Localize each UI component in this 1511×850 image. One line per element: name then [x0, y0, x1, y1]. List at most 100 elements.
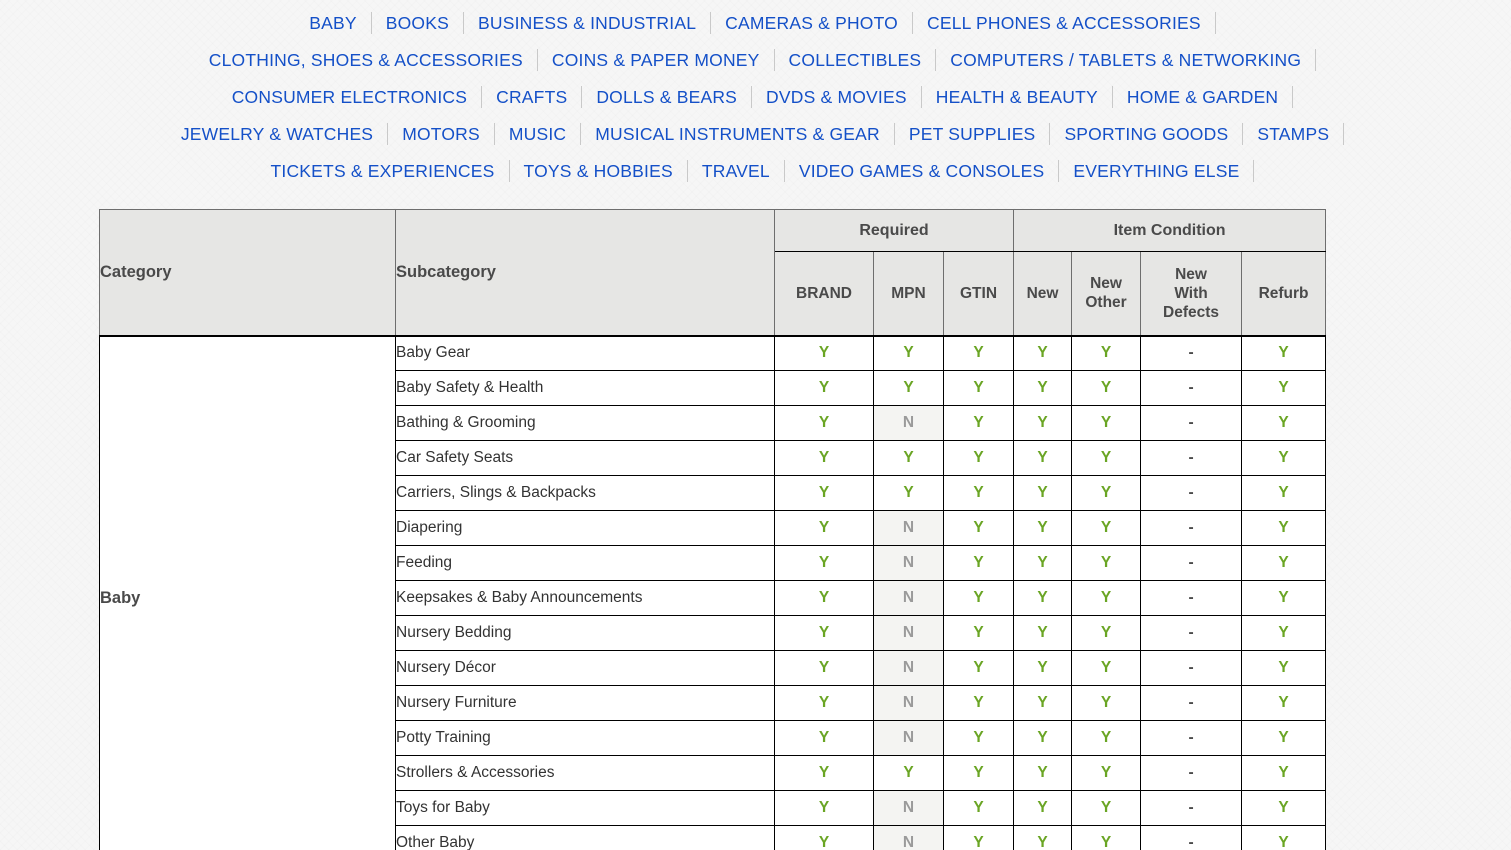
- category-nav-link[interactable]: DOLLS & BEARS: [582, 86, 751, 108]
- category-nav-row: BABY BOOKS BUSINESS & INDUSTRIAL CAMERAS & …: [0, 4, 1511, 41]
- category-nav-link[interactable]: HEALTH & BEAUTY: [922, 86, 1112, 108]
- cell-new: Y: [1013, 510, 1073, 546]
- category-nav-link[interactable]: TRAVEL: [688, 160, 784, 182]
- category-nav-link[interactable]: CELL PHONES & ACCESSORIES: [913, 12, 1215, 34]
- cell-new-with-defects: -: [1140, 755, 1243, 791]
- category-nav-link[interactable]: STAMPS: [1243, 123, 1343, 145]
- cell-new-with-defects: -: [1140, 615, 1243, 651]
- cell-gtin: Y: [942, 825, 1015, 850]
- cell-mpn: Y: [873, 335, 944, 371]
- column-header-gtin[interactable]: GTIN: [942, 251, 1015, 337]
- cell-brand: Y: [774, 825, 874, 850]
- cell-refurb: Y: [1241, 510, 1327, 546]
- cell-new-with-defects: -: [1140, 475, 1243, 511]
- column-header-brand[interactable]: BRAND: [774, 251, 874, 337]
- cell-refurb: Y: [1241, 720, 1327, 756]
- category-nav-link[interactable]: COINS & PAPER MONEY: [538, 49, 774, 71]
- cell-new-with-defects: -: [1140, 370, 1243, 406]
- cell-new-other: Y: [1071, 475, 1142, 511]
- category-nav-link[interactable]: BOOKS: [372, 12, 463, 34]
- category-nav-link[interactable]: DVDS & MOVIES: [752, 86, 921, 108]
- cell-gtin: Y: [942, 650, 1015, 686]
- category-cell: Baby: [99, 335, 396, 850]
- category-nav-link[interactable]: BABY: [295, 12, 371, 34]
- cell-mpn: N: [873, 545, 944, 581]
- cell-mpn: N: [873, 685, 944, 721]
- subcategory-cell: Nursery Furniture: [395, 685, 775, 721]
- cell-new: Y: [1013, 335, 1073, 371]
- cell-new: Y: [1013, 650, 1073, 686]
- category-nav-row: CLOTHING, SHOES & ACCESSORIES COINS & PAP…: [0, 41, 1511, 78]
- cell-new-with-defects: -: [1140, 405, 1243, 441]
- category-nav-link[interactable]: TOYS & HOBBIES: [510, 160, 687, 182]
- subcategory-cell: Nursery Décor: [395, 650, 775, 686]
- category-nav-link[interactable]: MUSIC: [495, 123, 580, 145]
- subcategory-cell: Potty Training: [395, 720, 775, 756]
- category-nav-link[interactable]: JEWELRY & WATCHES: [167, 123, 387, 145]
- category-nav-link[interactable]: CONSUMER ELECTRONICS: [218, 86, 481, 108]
- category-nav-link[interactable]: SPORTING GOODS: [1050, 123, 1242, 145]
- column-header-new-other[interactable]: New Other: [1071, 251, 1142, 337]
- subcategory-cell: Feeding: [395, 545, 775, 581]
- cell-gtin: Y: [942, 440, 1015, 476]
- column-header-mpn[interactable]: MPN: [873, 251, 944, 337]
- cell-new-other: Y: [1071, 580, 1142, 616]
- subcategory-cell: Other Baby: [395, 825, 775, 850]
- nav-separator: [1214, 11, 1216, 34]
- cell-brand: Y: [774, 405, 874, 441]
- column-header-new[interactable]: New: [1013, 251, 1073, 337]
- cell-refurb: Y: [1241, 440, 1327, 476]
- subcategory-cell: Baby Gear: [395, 335, 775, 371]
- column-header-refurb[interactable]: Refurb: [1241, 251, 1327, 337]
- cell-new-other: Y: [1071, 615, 1142, 651]
- category-nav-link[interactable]: CAMERAS & PHOTO: [711, 12, 912, 34]
- category-nav-link[interactable]: PET SUPPLIES: [895, 123, 1050, 145]
- cell-brand: Y: [774, 615, 874, 651]
- category-nav-link[interactable]: COLLECTIBLES: [775, 49, 936, 71]
- column-header-category[interactable]: Category: [99, 209, 396, 337]
- cell-new: Y: [1013, 790, 1073, 826]
- category-nav-link[interactable]: MUSICAL INSTRUMENTS & GEAR: [581, 123, 894, 145]
- cell-new-other: Y: [1071, 335, 1142, 371]
- cell-brand: Y: [774, 650, 874, 686]
- cell-brand: Y: [774, 335, 874, 371]
- nav-separator: [1292, 85, 1294, 108]
- cell-mpn: N: [873, 650, 944, 686]
- cell-brand: Y: [774, 510, 874, 546]
- category-nav-link[interactable]: HOME & GARDEN: [1113, 86, 1292, 108]
- cell-gtin: Y: [942, 685, 1015, 721]
- group-header-item-condition: Item Condition: [1013, 209, 1327, 252]
- subcategory-cell: Carriers, Slings & Backpacks: [395, 475, 775, 511]
- cell-refurb: Y: [1241, 545, 1327, 581]
- cell-refurb: Y: [1241, 825, 1327, 850]
- cell-new-other: Y: [1071, 685, 1142, 721]
- cell-refurb: Y: [1241, 755, 1327, 791]
- cell-new-other: Y: [1071, 650, 1142, 686]
- column-header-new-with-defects[interactable]: New With Defects: [1140, 251, 1243, 337]
- category-nav-link[interactable]: TICKETS & EXPERIENCES: [257, 160, 509, 182]
- subcategory-cell: Keepsakes & Baby Announcements: [395, 580, 775, 616]
- cell-new-other: Y: [1071, 720, 1142, 756]
- nav-separator: [1315, 48, 1317, 71]
- cell-new-with-defects: -: [1140, 580, 1243, 616]
- category-nav-link[interactable]: CLOTHING, SHOES & ACCESSORIES: [195, 49, 537, 71]
- cell-gtin: Y: [942, 580, 1015, 616]
- category-nav-link[interactable]: EVERYTHING ELSE: [1059, 160, 1253, 182]
- cell-new-other: Y: [1071, 790, 1142, 826]
- cell-brand: Y: [774, 720, 874, 756]
- group-header-required: Required: [773, 209, 1015, 252]
- category-nav-link[interactable]: MOTORS: [388, 123, 494, 145]
- cell-new: Y: [1013, 405, 1073, 441]
- cell-new-with-defects: -: [1140, 650, 1243, 686]
- subcategory-cell: Toys for Baby: [395, 790, 775, 826]
- category-nav-link[interactable]: CRAFTS: [482, 86, 581, 108]
- category-nav-link[interactable]: BUSINESS & INDUSTRIAL: [464, 12, 710, 34]
- cell-brand: Y: [774, 370, 874, 406]
- cell-new-with-defects: -: [1140, 335, 1243, 371]
- cell-brand: Y: [774, 475, 874, 511]
- category-nav-link[interactable]: VIDEO GAMES & CONSOLES: [785, 160, 1059, 182]
- category-nav-link[interactable]: COMPUTERS / TABLETS & NETWORKING: [936, 49, 1315, 71]
- column-header-subcategory[interactable]: Subcategory: [395, 209, 775, 337]
- category-nav-row: CONSUMER ELECTRONICS CRAFTS DOLLS & BEARS D…: [0, 78, 1511, 115]
- cell-gtin: Y: [942, 720, 1015, 756]
